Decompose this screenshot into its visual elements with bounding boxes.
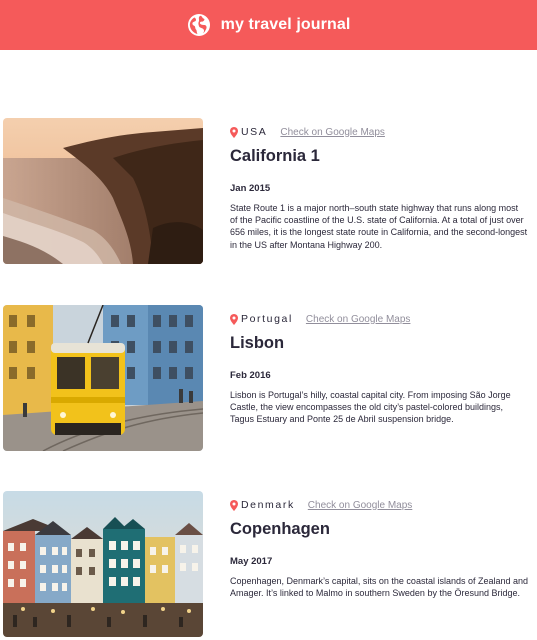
entry-title: Copenhagen: [230, 520, 330, 538]
journal-entry: Portugal Check on Google Maps Lisbon Feb…: [3, 305, 533, 453]
entry-location: USA: [241, 126, 268, 138]
entry-description: Lisbon is Portugal’s hilly, coastal capi…: [230, 390, 511, 425]
app-header: my travel journal: [0, 0, 537, 50]
location-row: Denmark Check on Google Maps: [230, 498, 530, 512]
app-title: my travel journal: [220, 16, 351, 33]
journal-entry: USA Check on Google Maps California 1 Ja…: [3, 118, 533, 266]
entry-title: Lisbon: [230, 334, 285, 352]
entry-dates: Feb 2016: [230, 370, 271, 381]
location-pin-icon: [230, 499, 238, 511]
entry-info: Portugal Check on Google Maps Lisbon Feb…: [230, 305, 530, 426]
entry-description: Copenhagen, Denmark’s capital, sits on t…: [230, 576, 529, 599]
entry-location: Portugal: [241, 313, 293, 325]
globe-icon: [187, 14, 210, 36]
journal-entry: Denmark Check on Google Maps Copenhagen …: [3, 491, 533, 639]
location-pin-icon: [230, 126, 238, 138]
entry-dates: Jan 2015: [230, 183, 271, 194]
entry-info: Denmark Check on Google Maps Copenhagen …: [230, 491, 530, 599]
google-maps-link[interactable]: Check on Google Maps: [280, 127, 385, 138]
entry-location: Denmark: [241, 499, 295, 511]
entry-info: USA Check on Google Maps California 1 Ja…: [230, 118, 530, 251]
location-pin-icon: [230, 313, 238, 325]
entry-dates: May 2017: [230, 556, 273, 567]
copenhagen-nyhavn-photo: [3, 491, 203, 637]
location-row: Portugal Check on Google Maps: [230, 312, 530, 326]
entry-description: State Route 1 is a major north–south sta…: [230, 203, 528, 250]
california-coast-photo: [3, 118, 203, 264]
lisbon-tram-photo: [3, 305, 203, 451]
google-maps-link[interactable]: Check on Google Maps: [308, 500, 413, 511]
entry-title: California 1: [230, 147, 320, 165]
location-row: USA Check on Google Maps: [230, 125, 530, 139]
google-maps-link[interactable]: Check on Google Maps: [306, 314, 411, 325]
